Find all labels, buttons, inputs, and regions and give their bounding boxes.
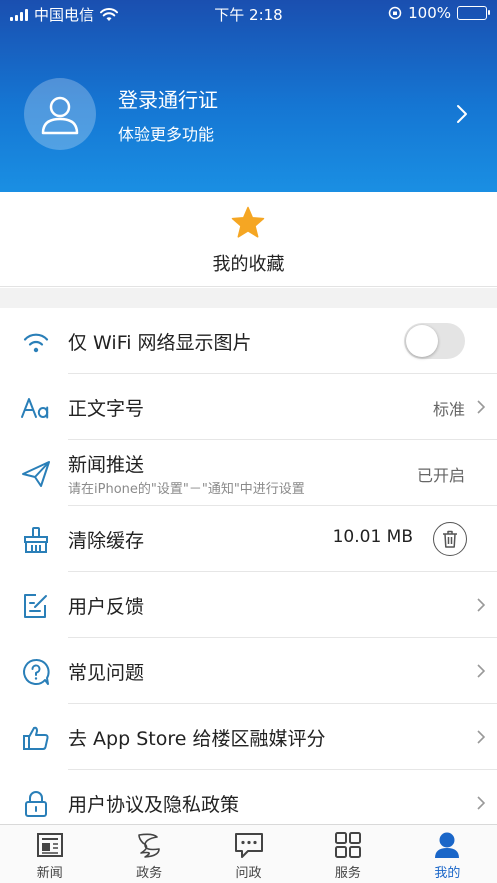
cache-label: 清除缓存 bbox=[68, 530, 145, 552]
tab-me[interactable]: 我的 bbox=[398, 825, 497, 883]
thumbs-up-icon bbox=[19, 721, 53, 755]
paper-plane-icon bbox=[19, 457, 53, 491]
login-subtitle: 体验更多功能 bbox=[118, 125, 215, 144]
trash-icon bbox=[443, 530, 457, 548]
star-icon bbox=[231, 206, 265, 238]
tab-gov[interactable]: 政务 bbox=[99, 825, 198, 883]
push-label: 新闻推送 bbox=[68, 454, 145, 476]
chevron-right-icon bbox=[477, 796, 485, 810]
orientation-lock-icon bbox=[388, 6, 402, 20]
user-avatar-icon bbox=[41, 96, 79, 135]
edit-note-icon bbox=[19, 589, 53, 623]
battery-icon bbox=[457, 6, 490, 20]
tab-service[interactable]: 服务 bbox=[298, 825, 397, 883]
settings-row-cache: 清除缓存 10.01 MB bbox=[0, 506, 497, 572]
cache-size: 10.01 MB bbox=[332, 527, 413, 547]
feedback-label: 用户反馈 bbox=[68, 596, 145, 618]
battery-percent: 100% bbox=[408, 4, 451, 22]
chevron-right-icon bbox=[477, 730, 485, 744]
push-hint: 请在iPhone的"设置"－"通知"中进行设置 bbox=[68, 482, 305, 497]
tab-news[interactable]: 新闻 bbox=[0, 825, 99, 883]
chevron-right-icon bbox=[477, 400, 485, 414]
wifi-icon bbox=[19, 325, 53, 359]
tab-label: 问政 bbox=[235, 866, 262, 881]
clear-cache-button[interactable] bbox=[433, 522, 467, 556]
font-size-icon bbox=[19, 391, 53, 425]
login-title[interactable]: 登录通行证 bbox=[118, 84, 218, 113]
settings-row-feedback[interactable]: 用户反馈 bbox=[0, 572, 497, 638]
settings-row-faq[interactable]: 常见问题 bbox=[0, 638, 497, 704]
chat-icon bbox=[234, 833, 263, 858]
user-icon bbox=[435, 832, 460, 858]
rate-label: 去 App Store 给楼区融媒评分 bbox=[68, 728, 326, 750]
question-icon bbox=[19, 655, 53, 689]
push-status: 已开启 bbox=[416, 466, 465, 485]
profile-header: 中国电信 下午 2:18 100% 登录通行证 体验更多功能 bbox=[0, 0, 497, 192]
favorites-section[interactable]: 我的收藏 bbox=[0, 192, 497, 287]
settings-row-rate[interactable]: 去 App Store 给楼区融媒评分 bbox=[0, 704, 497, 770]
section-gap bbox=[0, 288, 497, 308]
news-icon bbox=[36, 833, 63, 857]
chevron-right-icon bbox=[477, 598, 485, 612]
tab-label: 服务 bbox=[334, 866, 361, 881]
gov-icon bbox=[138, 833, 160, 858]
status-bar: 中国电信 下午 2:18 100% bbox=[0, 0, 497, 26]
chevron-right-icon bbox=[477, 664, 485, 678]
privacy-label: 用户协议及隐私政策 bbox=[68, 794, 240, 816]
wifi-images-toggle[interactable] bbox=[404, 323, 465, 359]
tab-ask[interactable]: 问政 bbox=[199, 825, 298, 883]
avatar[interactable] bbox=[24, 78, 96, 150]
faq-label: 常见问题 bbox=[68, 662, 145, 684]
broom-icon bbox=[19, 523, 53, 557]
favorites-label: 我的收藏 bbox=[212, 254, 285, 275]
tab-label: 我的 bbox=[434, 866, 461, 881]
tab-label: 政务 bbox=[136, 866, 163, 881]
settings-row-wifi-images: 仅 WiFi 网络显示图片 bbox=[0, 308, 497, 374]
tab-bar: 新闻 政务 问政 服务 我的 bbox=[0, 824, 497, 883]
grid-icon bbox=[334, 832, 361, 858]
font-size-value: 标准 bbox=[432, 400, 465, 419]
settings-row-font-size[interactable]: 正文字号 标准 bbox=[0, 374, 497, 440]
settings-row-push: 新闻推送 请在iPhone的"设置"－"通知"中进行设置 已开启 bbox=[0, 440, 497, 506]
tab-label: 新闻 bbox=[36, 866, 63, 881]
chevron-right-icon[interactable] bbox=[456, 104, 468, 124]
font-size-label: 正文字号 bbox=[68, 398, 145, 420]
toggle-knob bbox=[406, 325, 438, 357]
lock-icon bbox=[19, 787, 53, 821]
wifi-images-label: 仅 WiFi 网络显示图片 bbox=[68, 332, 252, 354]
